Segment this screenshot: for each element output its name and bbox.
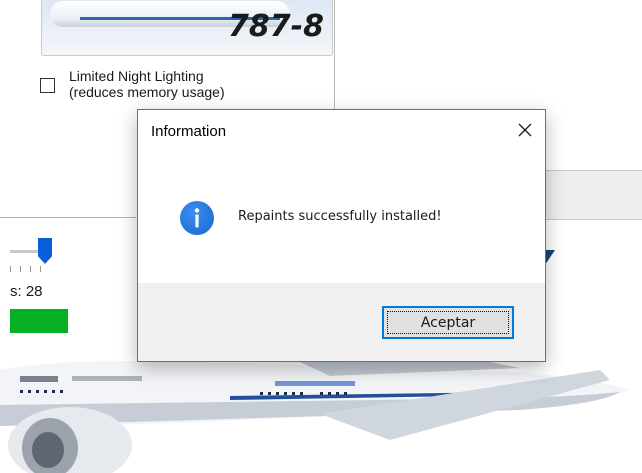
- night-lighting-label: Limited Night Lighting: [69, 68, 204, 84]
- night-lighting-checkbox[interactable]: [40, 78, 55, 93]
- ok-button[interactable]: Aceptar: [382, 306, 514, 339]
- dialog-title: Information: [151, 123, 227, 140]
- dialog-footer: Aceptar: [138, 283, 545, 361]
- divider: [0, 217, 136, 218]
- dialog-message: Repaints successfully installed!: [238, 209, 442, 224]
- close-icon[interactable]: [515, 120, 535, 140]
- ok-button-label: Aceptar: [420, 314, 476, 331]
- info-icon: [180, 201, 214, 235]
- aircraft-model-label: 787-8: [228, 9, 324, 44]
- livery-options-panel: 787-8 Limited Night Lighting (reduces me…: [0, 0, 335, 118]
- night-lighting-option[interactable]: Limited Night Lighting (reduces memory u…: [40, 68, 225, 100]
- night-lighting-sublabel: (reduces memory usage): [69, 84, 225, 100]
- information-dialog: Information Repaints successfully instal…: [137, 109, 546, 362]
- livery-thumbnail: 787-8: [41, 0, 333, 56]
- dialog-body: Repaints successfully installed!: [138, 155, 545, 283]
- window-band: [545, 170, 642, 220]
